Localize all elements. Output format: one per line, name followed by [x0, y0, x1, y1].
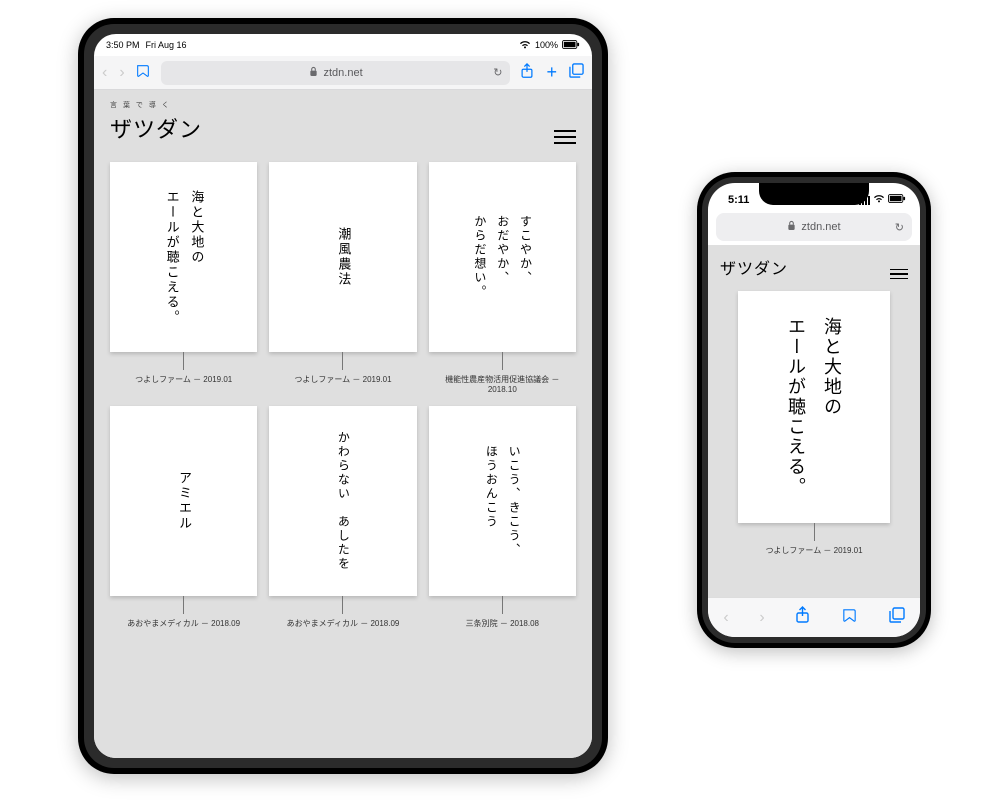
- bookmarks-icon[interactable]: [135, 63, 151, 83]
- card-stem: [342, 352, 343, 370]
- tabs-icon[interactable]: [569, 63, 584, 82]
- tabs-icon[interactable]: [889, 607, 905, 628]
- wifi-icon: [873, 194, 885, 206]
- ipad-web-page: 言 葉 で 導 く ザツダン 海と大地の エールが聴こえる。 つよしファーム －…: [94, 90, 592, 758]
- forward-icon[interactable]: ›: [119, 64, 124, 82]
- card-caption: つよしファーム － 2019.01: [738, 545, 890, 556]
- card-text: 海と大地の エールが聴こえる。: [778, 317, 850, 497]
- ipad-status-bar: 3:50 PM Fri Aug 16 100%: [94, 34, 592, 56]
- forward-icon[interactable]: ›: [759, 609, 764, 627]
- iphone-bezel: 5:11 ztdn.net ↻: [702, 177, 926, 643]
- card-caption: つよしファーム － 2019.01: [294, 374, 391, 385]
- iphone-web-page: ザツダン 海と大地の エールが聴こえる。 つよしファーム － 2019.01: [708, 245, 920, 597]
- card-stem: [814, 523, 815, 541]
- reload-icon[interactable]: ↻: [493, 66, 502, 79]
- card-stem: [342, 596, 343, 614]
- wifi-icon: [519, 40, 531, 51]
- ipad-device-frame: 3:50 PM Fri Aug 16 100% ‹ ›: [78, 18, 608, 774]
- card-stem: [502, 596, 503, 614]
- site-tagline: 言 葉 で 導 く: [110, 100, 202, 110]
- card-text: すこやか、 おだやか、 からだ想い。: [468, 215, 536, 299]
- site-logo-text[interactable]: ザツダン: [720, 255, 788, 279]
- back-icon[interactable]: ‹: [723, 609, 728, 627]
- ipad-address-text: ztdn.net: [324, 67, 363, 79]
- card-item[interactable]: いこう、きこう、 ほうおんこう 三条別院 － 2018.08: [429, 406, 576, 629]
- ipad-battery-text: 100%: [535, 40, 558, 50]
- card-text: 潮風農法: [331, 227, 356, 287]
- ipad-bezel: 3:50 PM Fri Aug 16 100% ‹ ›: [84, 24, 602, 768]
- iphone-device-frame: 5:11 ztdn.net ↻: [697, 172, 931, 648]
- card-caption: つよしファーム － 2019.01: [135, 374, 232, 385]
- battery-icon: [888, 194, 906, 206]
- site-header: ザツダン: [708, 245, 920, 283]
- new-tab-icon[interactable]: +: [546, 62, 557, 83]
- card-text: 海と大地の エールが聴こえる。: [159, 190, 208, 325]
- menu-icon[interactable]: [890, 269, 908, 280]
- ipad-status-date: Fri Aug 16: [146, 40, 187, 50]
- back-icon[interactable]: ‹: [102, 64, 107, 82]
- card-caption: 機能性農産物活用促進協議会 － 2018.10: [432, 374, 572, 394]
- card-stem: [183, 352, 184, 370]
- share-icon[interactable]: [795, 606, 810, 629]
- iphone-status-time: 5:11: [728, 194, 749, 206]
- card-grid: 海と大地の エールが聴こえる。 つよしファーム － 2019.01 潮風農法 つ…: [94, 150, 592, 629]
- card-caption: 三条別院 － 2018.08: [466, 618, 539, 629]
- reload-icon[interactable]: ↻: [895, 221, 904, 234]
- ipad-status-time: 3:50 PM: [106, 40, 140, 50]
- battery-icon: [562, 40, 580, 51]
- iphone-screen: 5:11 ztdn.net ↻: [708, 183, 920, 637]
- card-stem: [502, 352, 503, 370]
- iphone-address-text: ztdn.net: [801, 221, 840, 233]
- site-header: 言 葉 で 導 く ザツダン: [94, 90, 592, 150]
- iphone-notch: [759, 183, 869, 205]
- card-text: かわらない あしたを: [332, 431, 355, 571]
- card-item[interactable]: アミエル あおやまメディカル － 2018.09: [110, 406, 257, 629]
- lock-icon: [787, 220, 796, 234]
- card-caption: あおやまメディカル － 2018.09: [287, 618, 400, 629]
- lock-icon: [309, 66, 318, 80]
- card-caption: あおやまメディカル － 2018.09: [127, 618, 240, 629]
- card-item[interactable]: 潮風農法 つよしファーム － 2019.01: [269, 162, 416, 394]
- card-item[interactable]: 海と大地の エールが聴こえる。 つよしファーム － 2019.01: [110, 162, 257, 394]
- card-item[interactable]: 海と大地の エールが聴こえる。 つよしファーム － 2019.01: [708, 283, 920, 556]
- card-stem: [183, 596, 184, 614]
- iphone-address-bar[interactable]: ztdn.net ↻: [716, 213, 912, 241]
- iphone-safari-toolbar: ‹ ›: [708, 597, 920, 637]
- card-text: アミエル: [171, 471, 196, 531]
- card-text: いこう、きこう、 ほうおんこう: [480, 445, 526, 557]
- bookmarks-icon[interactable]: [841, 607, 858, 629]
- ipad-address-bar[interactable]: ztdn.net ↻: [161, 61, 511, 85]
- card-item[interactable]: かわらない あしたを あおやまメディカル － 2018.09: [269, 406, 416, 629]
- card-item[interactable]: すこやか、 おだやか、 からだ想い。 機能性農産物活用促進協議会 － 2018.…: [429, 162, 576, 394]
- ipad-safari-toolbar: ‹ › ztdn.net ↻ +: [94, 56, 592, 90]
- site-logo-text[interactable]: ザツダン: [110, 112, 202, 144]
- menu-icon[interactable]: [554, 130, 576, 144]
- share-icon[interactable]: [520, 63, 534, 83]
- ipad-screen: 3:50 PM Fri Aug 16 100% ‹ ›: [94, 34, 592, 758]
